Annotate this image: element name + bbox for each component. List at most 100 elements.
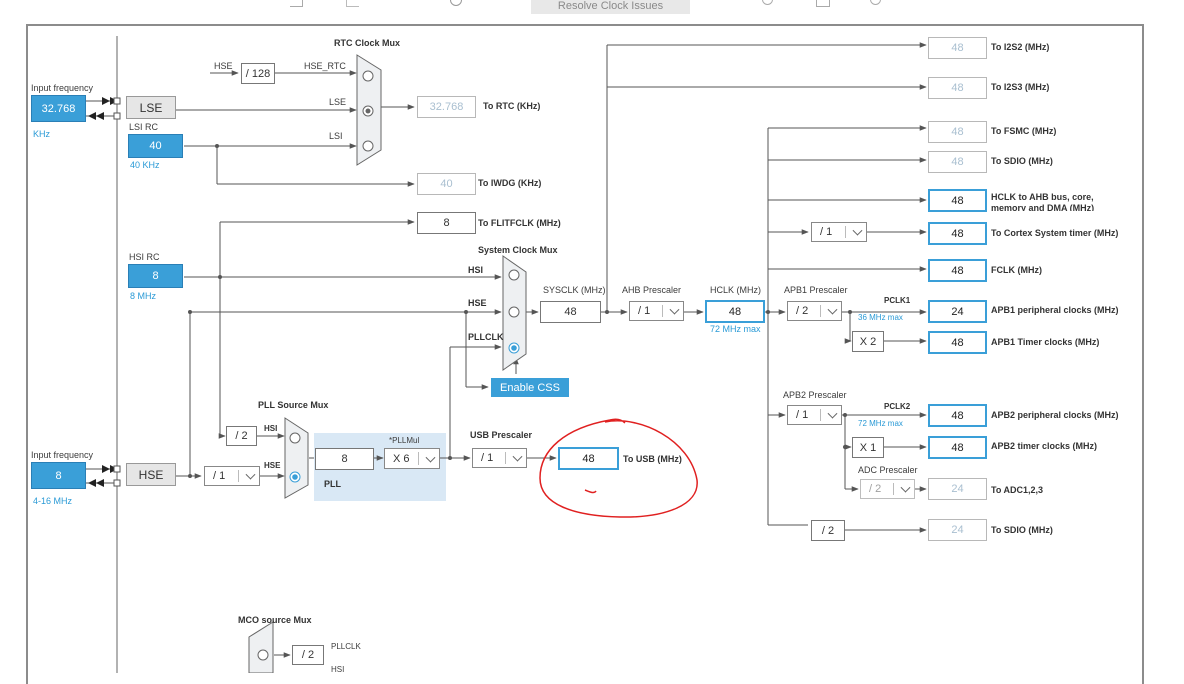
i2s3-output-value: 48 — [928, 77, 987, 99]
hse-source-box: HSE — [126, 463, 176, 486]
mco-hsi-label: HSI — [331, 665, 345, 674]
usb-prescaler-dropdown[interactable]: / 1 — [472, 448, 527, 468]
mco-pllclk-label: PLLCLK — [331, 642, 361, 651]
hsi-rc-value: 8 — [128, 264, 183, 288]
sysmux-hsi-label: HSI — [468, 265, 484, 275]
chevron-down-icon — [827, 304, 838, 315]
hsi-rc-note: 8 MHz — [130, 291, 157, 301]
i2s2-output-label: To I2S2 (MHz) — [991, 42, 1050, 52]
pll-source-mux-title: PLL Source Mux — [258, 400, 329, 410]
adc-output-value: 24 — [928, 478, 987, 500]
sysmux-hse-label: HSE — [468, 298, 487, 308]
apb2-prescaler-dropdown[interactable]: / 1 — [787, 405, 842, 425]
hse-input-range: 4-16 MHz — [33, 496, 73, 506]
pll-hsi-divider: / 2 — [226, 426, 257, 446]
iwdg-output-value: 40 — [417, 173, 476, 195]
usb-prescaler-value: / 1 — [481, 452, 494, 464]
chevron-down-icon — [425, 452, 436, 463]
pclk1-label: PCLK1 — [884, 296, 911, 305]
apb2-timer-output-value[interactable]: 48 — [928, 436, 987, 459]
apb1-peripheral-output-value[interactable]: 24 — [928, 300, 987, 323]
hse-input-title: Input frequency — [31, 450, 94, 460]
lse-input-frequency-field[interactable]: 32.768 — [31, 95, 86, 122]
flitf-output-value: 8 — [417, 212, 476, 234]
hsi-rc-title: HSI RC — [129, 252, 160, 262]
cortex-timer-divider-value: / 1 — [820, 226, 833, 238]
hclk-max-note: 72 MHz max — [710, 324, 761, 334]
i2s2-output-value: 48 — [928, 37, 987, 59]
fsmc-output-label: To FSMC (MHz) — [991, 126, 1057, 136]
sysclk-value: 48 — [540, 301, 601, 323]
sysmux-pllclk-label: PLLCLK — [468, 332, 504, 342]
system-clock-mux-title: System Clock Mux — [478, 245, 558, 255]
adc-prescaler-value: / 2 — [869, 483, 882, 495]
cortex-timer-output-label: To Cortex System timer (MHz) — [991, 228, 1119, 238]
i2s3-output-label: To I2S3 (MHz) — [991, 82, 1050, 92]
rtc-output-value: 32.768 — [417, 96, 476, 118]
hclk-ahb-output-value[interactable]: 48 — [928, 189, 987, 212]
pll-mul-dropdown[interactable]: X 6 — [384, 448, 440, 469]
rtc-hse-divider: / 128 — [241, 63, 275, 84]
apb2-peripheral-output-value[interactable]: 48 — [928, 404, 987, 427]
hse-input-frequency-field[interactable]: 8 — [31, 462, 86, 489]
chevron-down-icon — [900, 482, 911, 493]
lsi-rc-value: 40 — [128, 134, 183, 158]
rtc-lse-label: LSE — [329, 97, 347, 107]
adc-prescaler-label: ADC Prescaler — [858, 465, 918, 475]
hclk-value-field[interactable]: 48 — [705, 300, 765, 323]
rtc-lsi-label: LSI — [329, 131, 343, 141]
hse-prediv-dropdown[interactable]: / 1 — [204, 466, 260, 486]
pll-mul-label: *PLLMul — [389, 436, 420, 445]
ahb-prescaler-value: / 1 — [638, 305, 651, 317]
usb-prescaler-label: USB Prescaler — [470, 430, 533, 440]
usb-output-label: To USB (MHz) — [623, 454, 682, 464]
apb2-timer-multiplier: X 1 — [852, 437, 884, 458]
rtc-mux-title: RTC Clock Mux — [334, 38, 401, 48]
apb1-timer-output-value[interactable]: 48 — [928, 331, 987, 354]
fclk-output-value[interactable]: 48 — [928, 259, 987, 282]
lse-input-unit: KHz — [33, 129, 51, 139]
ahb-prescaler-dropdown[interactable]: / 1 — [629, 301, 684, 321]
usb-output-value[interactable]: 48 — [558, 447, 619, 470]
pll-mul-value: X 6 — [393, 452, 410, 465]
pll-hsi-label: HSI — [264, 424, 278, 433]
apb2-timer-output-label: APB2 timer clocks (MHz) — [991, 441, 1098, 451]
fsmc-output-value: 48 — [928, 121, 987, 143]
lsi-rc-note: 40 KHz — [130, 160, 160, 170]
apb1-prescaler-value: / 2 — [796, 305, 809, 317]
mco-pllclk-divider: / 2 — [292, 645, 324, 665]
rtc-output-label: To RTC (KHz) — [483, 101, 541, 111]
pclk2-label: PCLK2 — [884, 402, 911, 411]
hse-prediv-value: / 1 — [213, 470, 226, 482]
iwdg-output-label: To IWDG (KHz) — [478, 178, 542, 188]
pclk2-max-note: 72 MHz max — [858, 419, 903, 428]
enable-css-button[interactable]: Enable CSS — [491, 378, 569, 397]
lsi-rc-title: LSI RC — [129, 122, 159, 132]
ahb-prescaler-label: AHB Prescaler — [622, 285, 682, 295]
apb2-peripheral-output-label: APB2 peripheral clocks (MHz) — [991, 410, 1119, 420]
apb1-timer-multiplier: X 2 — [852, 331, 884, 352]
chevron-down-icon — [852, 225, 863, 236]
sdio2-output-value: 24 — [928, 519, 987, 541]
hclk-label: HCLK (MHz) — [710, 285, 761, 295]
cortex-timer-output-value[interactable]: 48 — [928, 222, 987, 245]
apb1-prescaler-dropdown[interactable]: / 2 — [787, 301, 842, 321]
flitf-output-label: To FLITFCLK (MHz) — [478, 218, 561, 228]
sdio2-output-label: To SDIO (MHz) — [991, 525, 1053, 535]
sdio-output-label: To SDIO (MHz) — [991, 156, 1053, 166]
chevron-down-icon — [245, 469, 256, 480]
cortex-timer-divider-dropdown[interactable]: / 1 — [811, 222, 867, 242]
sdio-output-value: 48 — [928, 151, 987, 173]
apb1-timer-output-label: APB1 Timer clocks (MHz) — [991, 337, 1100, 347]
fclk-output-label: FCLK (MHz) — [991, 265, 1042, 275]
apb2-prescaler-label: APB2 Prescaler — [783, 390, 847, 400]
pll-label: PLL — [324, 479, 341, 489]
apb2-prescaler-value: / 1 — [796, 409, 809, 421]
pll-input-value: 8 — [315, 448, 374, 470]
pll-source-mux — [284, 417, 309, 499]
hse-rtc-label: HSE_RTC — [304, 61, 346, 71]
adc-prescaler-dropdown[interactable]: / 2 — [860, 479, 915, 499]
adc-output-label: To ADC1,2,3 — [991, 485, 1044, 495]
sysclk-label: SYSCLK (MHz) — [543, 285, 606, 295]
pclk1-max-note: 36 MHz max — [858, 313, 903, 322]
